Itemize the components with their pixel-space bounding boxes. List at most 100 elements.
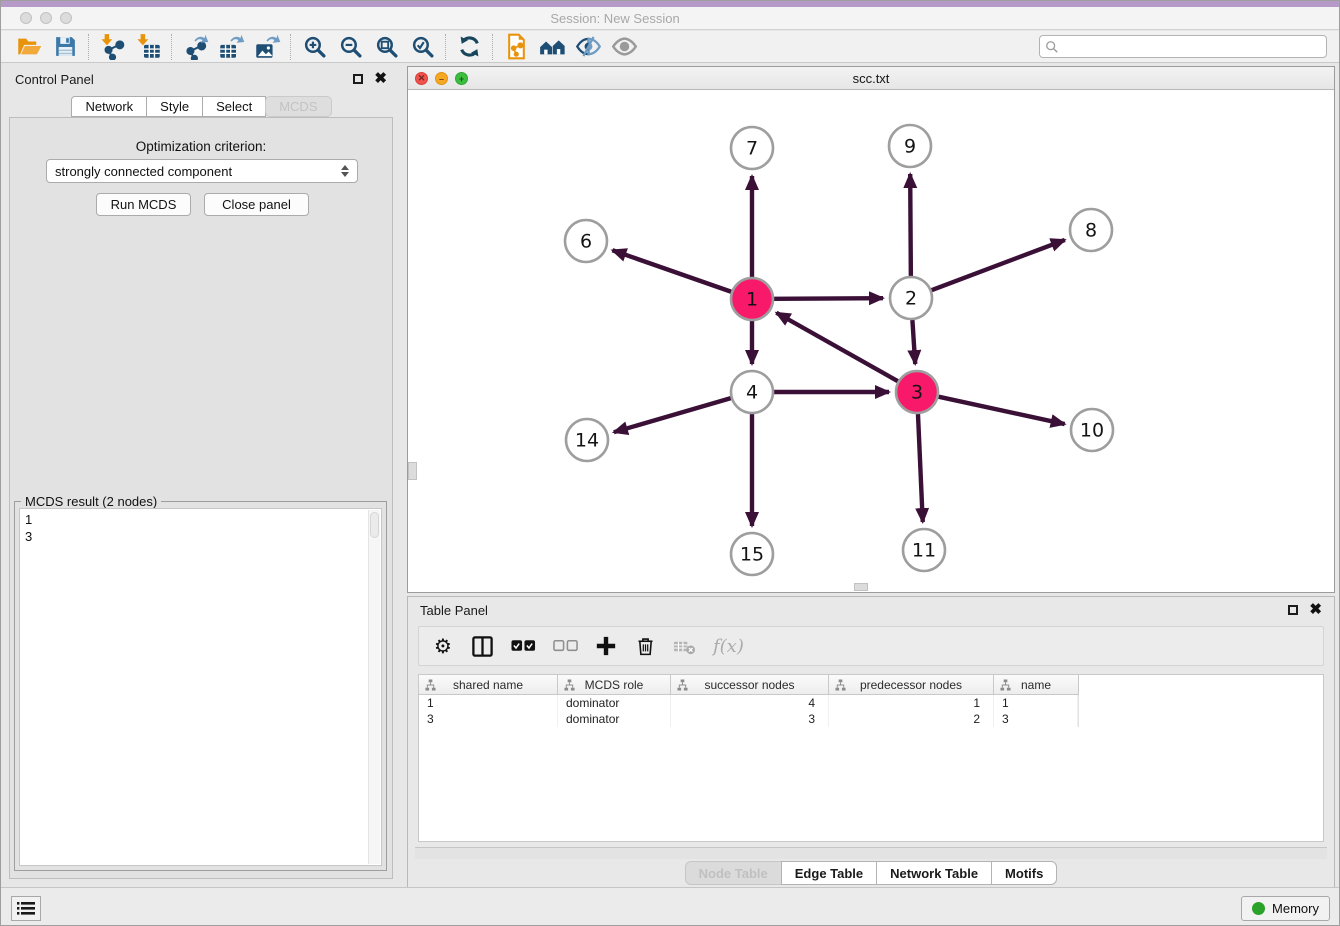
network-graph[interactable]: 7 9 6 8 1 2 4 3 14 10 15 11 bbox=[408, 90, 1334, 592]
table-cell[interactable]: 1 bbox=[419, 695, 558, 711]
graph-node-8[interactable]: 8 bbox=[1070, 209, 1112, 251]
column-header-name[interactable]: name bbox=[994, 675, 1078, 694]
zoom-out-button[interactable] bbox=[332, 32, 368, 62]
column-header-shared-name[interactable]: shared name bbox=[419, 675, 558, 694]
column-header-label: name bbox=[1021, 678, 1051, 692]
graph-edge-1-6[interactable] bbox=[612, 250, 731, 292]
graph-node-2[interactable]: 2 bbox=[890, 277, 932, 319]
graph-edge-4-14[interactable] bbox=[614, 398, 731, 432]
tab-motifs[interactable]: Motifs bbox=[991, 861, 1057, 885]
table-cell[interactable]: 3 bbox=[419, 711, 558, 727]
network-maximize-button[interactable]: + bbox=[455, 72, 468, 85]
table-cell[interactable]: 1 bbox=[829, 695, 994, 711]
refresh-button[interactable] bbox=[451, 32, 487, 62]
export-network-button[interactable] bbox=[177, 32, 213, 62]
network-minimize-button[interactable]: – bbox=[435, 72, 448, 85]
column-header-predecessor-nodes[interactable]: predecessor nodes bbox=[829, 675, 994, 694]
zoom-fit-icon bbox=[374, 34, 399, 59]
toolbar-separator bbox=[492, 34, 493, 60]
graph-edge-2-8[interactable] bbox=[932, 240, 1065, 290]
graph-node-6[interactable]: 6 bbox=[565, 220, 607, 262]
graph-node-label: 1 bbox=[746, 289, 758, 311]
graph-node-15[interactable]: 15 bbox=[731, 533, 773, 575]
zoom-in-button[interactable] bbox=[296, 32, 332, 62]
vertical-scroll-handle[interactable] bbox=[408, 462, 417, 480]
network-overview-button[interactable] bbox=[534, 32, 570, 62]
export-table-button[interactable] bbox=[213, 32, 249, 62]
network-close-button[interactable]: ✕ bbox=[415, 72, 428, 85]
graph-node-7[interactable]: 7 bbox=[731, 127, 773, 169]
mcds-result-textarea[interactable]: 13 bbox=[19, 508, 382, 866]
graph-node-3[interactable]: 3 bbox=[896, 371, 938, 413]
result-scrollbar-thumb[interactable] bbox=[370, 512, 379, 538]
zoom-fit-button[interactable] bbox=[368, 32, 404, 62]
zoom-selected-button[interactable] bbox=[404, 32, 440, 62]
result-scrollbar[interactable] bbox=[368, 510, 380, 864]
optimization-criterion-label: Optimization criterion: bbox=[10, 139, 392, 154]
tab-edge-table[interactable]: Edge Table bbox=[781, 861, 877, 885]
open-folder-button[interactable] bbox=[11, 32, 47, 62]
tab-network[interactable]: Network bbox=[71, 96, 147, 117]
graph-edge-3-11[interactable] bbox=[918, 414, 923, 522]
add-row-icon bbox=[595, 635, 617, 657]
graph-edge-3-10[interactable] bbox=[938, 397, 1064, 424]
tab-style[interactable]: Style bbox=[146, 96, 203, 117]
clone-network-button[interactable] bbox=[498, 32, 534, 62]
table-cell[interactable]: 3 bbox=[671, 711, 829, 727]
column-header-label: predecessor nodes bbox=[860, 678, 962, 692]
tab-select[interactable]: Select bbox=[202, 96, 266, 117]
memory-button[interactable]: Memory bbox=[1241, 896, 1330, 921]
delete-row-button[interactable] bbox=[634, 632, 656, 660]
task-history-button[interactable] bbox=[11, 896, 41, 921]
table-panel: Table Panel ✖ ⚙f(x) shared nameMCDS role… bbox=[407, 596, 1335, 889]
tab-mcds[interactable]: MCDS bbox=[265, 96, 331, 117]
graph-node-11[interactable]: 11 bbox=[903, 529, 945, 571]
table-cell[interactable]: 4 bbox=[671, 695, 829, 711]
table-row[interactable]: 3dominator323 bbox=[419, 711, 1079, 727]
criterion-dropdown[interactable]: strongly connected component bbox=[46, 159, 358, 183]
import-table-button[interactable] bbox=[130, 32, 166, 62]
close-panel-icon[interactable]: ✖ bbox=[374, 74, 387, 84]
select-all-button[interactable] bbox=[511, 632, 536, 660]
graph-node-9[interactable]: 9 bbox=[889, 125, 931, 167]
split-view-button[interactable] bbox=[471, 632, 494, 660]
table-cell[interactable]: 1 bbox=[994, 695, 1078, 711]
toggle-graphics-details-button[interactable] bbox=[570, 32, 606, 62]
column-header-MCDS-role[interactable]: MCDS role bbox=[558, 675, 671, 694]
close-panel-button[interactable]: Close panel bbox=[204, 193, 309, 216]
graph-edge-1-2[interactable] bbox=[774, 298, 883, 299]
network-window-titlebar[interactable]: ✕ – + scc.txt bbox=[408, 67, 1334, 90]
network-canvas[interactable]: 7 9 6 8 1 2 4 3 14 10 15 11 bbox=[408, 90, 1334, 592]
tab-node-table[interactable]: Node Table bbox=[685, 861, 782, 885]
float-table-panel-icon[interactable] bbox=[1288, 605, 1298, 615]
import-network-button[interactable] bbox=[94, 32, 130, 62]
export-image-button[interactable] bbox=[249, 32, 285, 62]
save-button[interactable] bbox=[47, 32, 83, 62]
graph-node-14[interactable]: 14 bbox=[566, 419, 608, 461]
graph-edge-2-9[interactable] bbox=[910, 174, 911, 276]
search-box[interactable] bbox=[1039, 35, 1327, 58]
table-cell[interactable]: 2 bbox=[829, 711, 994, 727]
column-header-successor-nodes[interactable]: successor nodes bbox=[671, 675, 829, 694]
tab-network-table[interactable]: Network Table bbox=[876, 861, 992, 885]
gear-button[interactable]: ⚙ bbox=[432, 632, 454, 660]
close-table-panel-icon[interactable]: ✖ bbox=[1309, 605, 1322, 615]
graph-node-label: 6 bbox=[580, 231, 592, 253]
graph-node-1[interactable]: 1 bbox=[731, 278, 773, 320]
graph-node-10[interactable]: 10 bbox=[1071, 409, 1113, 451]
horizontal-scroll-handle[interactable] bbox=[854, 583, 868, 591]
run-mcds-button[interactable]: Run MCDS bbox=[96, 193, 191, 216]
graph-node-4[interactable]: 4 bbox=[731, 371, 773, 413]
graph-edge-3-1[interactable] bbox=[776, 313, 897, 381]
table-cell[interactable]: dominator bbox=[558, 711, 671, 727]
table-cell[interactable]: 3 bbox=[994, 711, 1078, 727]
search-input[interactable] bbox=[1059, 39, 1321, 55]
add-row-button[interactable] bbox=[595, 632, 617, 660]
deselect-all-button[interactable] bbox=[553, 632, 578, 660]
graph-edge-2-3[interactable] bbox=[912, 320, 915, 364]
table-cell[interactable]: dominator bbox=[558, 695, 671, 711]
table-row[interactable]: 1dominator411 bbox=[419, 695, 1079, 711]
show-hide-button[interactable] bbox=[606, 32, 642, 62]
float-panel-icon[interactable] bbox=[353, 74, 363, 84]
main-titlebar[interactable]: Session: New Session bbox=[1, 7, 1339, 30]
